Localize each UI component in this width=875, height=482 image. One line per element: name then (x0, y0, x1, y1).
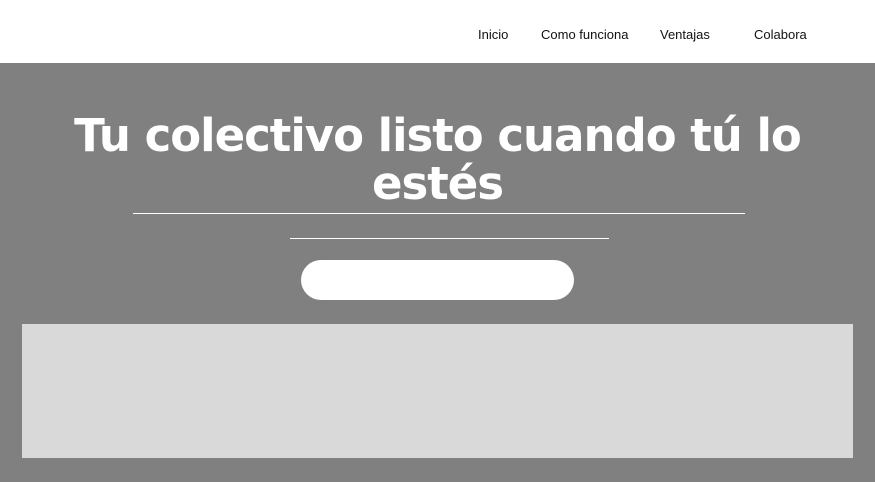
hero-media-placeholder (22, 324, 853, 458)
hero-section: Tu colectivo listo cuando tú lo estés (0, 63, 875, 482)
hero-divider-short (290, 238, 609, 239)
hero-cta-button[interactable] (301, 260, 574, 300)
nav-link-ventajas[interactable]: Ventajas (660, 27, 710, 43)
nav-link-como-funciona[interactable]: Como funciona (541, 27, 628, 43)
nav-link-colabora[interactable]: Colabora (754, 27, 807, 43)
hero-divider-long (133, 213, 745, 214)
top-navbar: Inicio Como funciona Ventajas Colabora (0, 0, 875, 63)
hero-title: Tu colectivo listo cuando tú lo estés (74, 109, 802, 210)
nav-link-inicio[interactable]: Inicio (478, 27, 508, 43)
